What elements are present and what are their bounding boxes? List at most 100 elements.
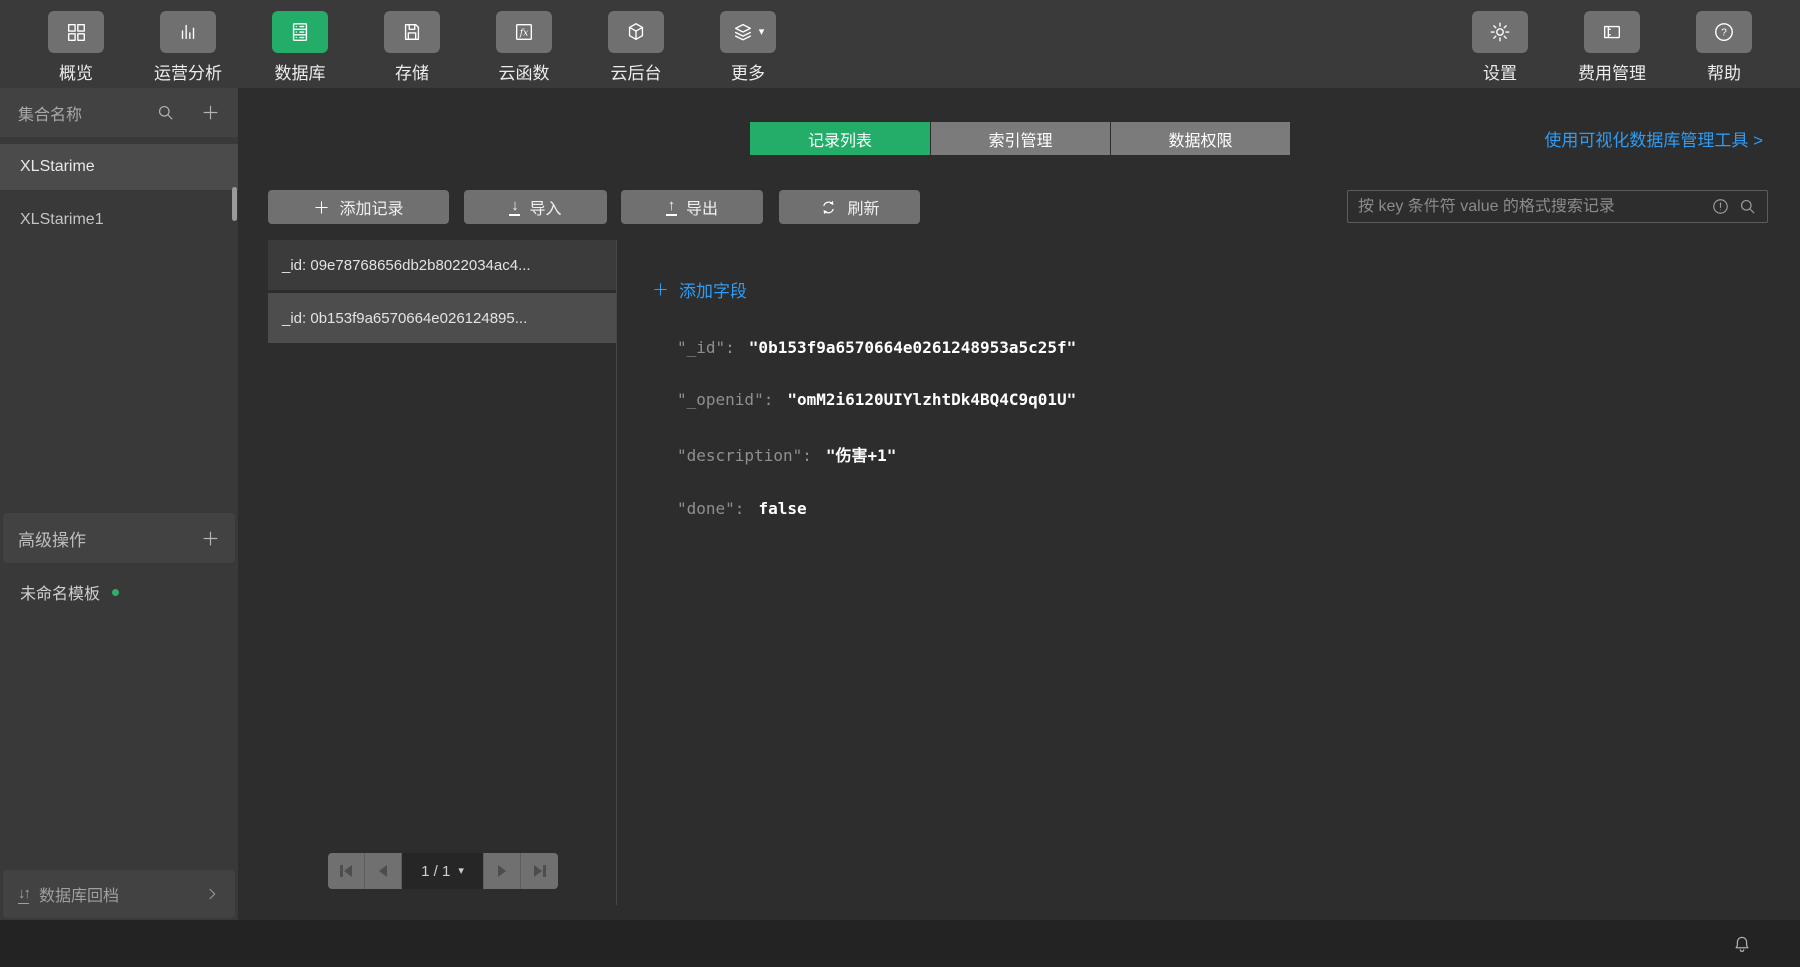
- refresh-button[interactable]: 刷新: [779, 190, 920, 224]
- status-dot: [112, 588, 120, 596]
- record-row-2[interactable]: _id: 0b153f9a6570664e026124895...: [268, 293, 616, 343]
- nav-billing[interactable]: 费用管理: [1556, 0, 1668, 88]
- collection-name: XLStarime: [20, 158, 95, 175]
- header-nav-left: 概览 运营分析 数据库 存储 fx 云函数 云后台 ▾ 更多: [0, 0, 804, 88]
- advanced-operations-header: 高级操作: [3, 513, 235, 563]
- nav-help[interactable]: ? 帮助: [1668, 0, 1780, 88]
- nav-settings[interactable]: 设置: [1444, 0, 1556, 88]
- nav-storage-label: 存储: [395, 64, 429, 83]
- database-icon: [272, 11, 328, 53]
- field-key: "description":: [677, 446, 812, 465]
- field-value: "伤害+1": [825, 446, 897, 465]
- tab-data-permissions[interactable]: 数据权限: [1110, 122, 1290, 155]
- grid-icon: [48, 11, 104, 53]
- field-key: "_id":: [677, 338, 735, 357]
- record-row-1[interactable]: _id: 09e78768656db2b8022034ac4...: [268, 240, 616, 290]
- sidebar-item-template[interactable]: 未命名模板: [0, 580, 238, 604]
- advanced-operations-label: 高级操作: [18, 530, 86, 550]
- svg-text:fx: fx: [519, 28, 529, 39]
- tab-record-list[interactable]: 记录列表: [750, 122, 930, 155]
- fx-icon: fx: [496, 11, 552, 53]
- visual-db-tool-link[interactable]: 使用可视化数据库管理工具 >: [1544, 126, 1763, 151]
- nav-billing-label: 费用管理: [1578, 64, 1646, 83]
- info-icon[interactable]: [1711, 197, 1730, 216]
- export-icon: ↑: [665, 196, 677, 216]
- first-page-button[interactable]: [328, 853, 365, 889]
- bottom-bar: [0, 920, 1800, 967]
- chevron-right-icon: [204, 886, 220, 902]
- caret-down-icon: ▾: [758, 25, 765, 38]
- field-key: "done":: [677, 499, 745, 518]
- field-row-id: "_id": "0b153f9a6570664e0261248953a5c25f…: [677, 338, 1076, 357]
- field-key: "_openid":: [677, 390, 774, 409]
- pagination: 1 / 1 ▾: [328, 853, 558, 889]
- cube-icon: [608, 11, 664, 53]
- sidebar: 集合名称 XLStarime XLStarime1 高级操作 未命名模板 ↓↑ …: [0, 88, 238, 920]
- nav-overview[interactable]: 概览: [20, 0, 132, 88]
- field-row-openid: "_openid": "omM2i6120UIYlzhtDk4BQ4C9q01U…: [677, 390, 1076, 409]
- record-search-input[interactable]: [1358, 197, 1703, 216]
- bar-chart-icon: [160, 11, 216, 53]
- field-value: false: [758, 499, 807, 518]
- nav-overview-label: 概览: [59, 64, 93, 83]
- field-value: "0b153f9a6570664e0261248953a5c25f": [748, 338, 1077, 357]
- nav-settings-label: 设置: [1483, 64, 1517, 83]
- collection-name: XLStarime1: [20, 211, 104, 228]
- cloud-console: 概览 运营分析 数据库 存储 fx 云函数 云后台 ▾ 更多 设置 费用管理 ?…: [0, 0, 1800, 967]
- nav-cloud-backend-label: 云后台: [610, 64, 662, 83]
- main-content: 记录列表 索引管理 数据权限 使用可视化数据库管理工具 > 添加记录 ↓ 导入 …: [238, 88, 1800, 920]
- last-page-button[interactable]: [521, 853, 558, 889]
- export-button[interactable]: ↑ 导出: [621, 190, 763, 224]
- record-search-box: [1347, 190, 1768, 223]
- record-list: _id: 09e78768656db2b8022034ac4... _id: 0…: [268, 240, 617, 905]
- nav-more[interactable]: ▾ 更多: [692, 0, 804, 88]
- sidebar-item-collection-xlstarime1[interactable]: XLStarime1: [0, 197, 238, 243]
- svg-text:?: ?: [1721, 28, 1727, 39]
- database-rollback-button[interactable]: ↓↑ 数据库回档: [3, 870, 235, 918]
- field-row-description: "description": "伤害+1": [677, 442, 1076, 466]
- import-icon: ↓: [509, 196, 521, 216]
- rollback-arrows-icon: ↓↑: [18, 884, 31, 904]
- sidebar-scrollbar-thumb[interactable]: [232, 187, 237, 221]
- top-header: 概览 运营分析 数据库 存储 fx 云函数 云后台 ▾ 更多 设置 费用管理 ?…: [0, 0, 1800, 88]
- page-label: 1 / 1: [421, 862, 451, 880]
- nav-cloud-backend[interactable]: 云后台: [580, 0, 692, 88]
- page-selector[interactable]: 1 / 1 ▾: [402, 853, 484, 889]
- field-value: "omM2i6120UIYlzhtDk4BQ4C9q01U": [787, 390, 1077, 409]
- template-name: 未命名模板: [20, 586, 101, 603]
- nav-analytics[interactable]: 运营分析: [132, 0, 244, 88]
- collections-header-label: 集合名称: [18, 106, 83, 124]
- nav-database-label: 数据库: [274, 64, 326, 83]
- plus-icon: [654, 283, 667, 296]
- save-icon: [384, 11, 440, 53]
- rollback-label: 数据库回档: [39, 888, 120, 905]
- nav-database[interactable]: 数据库: [244, 0, 356, 88]
- next-page-button[interactable]: [484, 853, 521, 889]
- tab-index-management[interactable]: 索引管理: [930, 122, 1110, 155]
- bell-icon[interactable]: [1732, 934, 1752, 954]
- nav-cloud-functions[interactable]: fx 云函数: [468, 0, 580, 88]
- field-row-done: "done": false: [677, 499, 1076, 518]
- add-template-icon[interactable]: [201, 529, 220, 548]
- search-icon[interactable]: [1738, 197, 1757, 216]
- nav-cloud-functions-label: 云函数: [498, 64, 550, 83]
- tab-bar: 记录列表 索引管理 数据权限: [750, 122, 1290, 155]
- nav-help-label: 帮助: [1707, 64, 1741, 83]
- collections-header: 集合名称: [0, 88, 238, 137]
- nav-more-label: 更多: [731, 64, 765, 83]
- import-button[interactable]: ↓ 导入: [464, 190, 607, 224]
- add-field-button[interactable]: 添加字段: [652, 277, 747, 302]
- search-icon[interactable]: [156, 103, 175, 122]
- header-nav-right: 设置 费用管理 ? 帮助: [1444, 0, 1800, 88]
- billing-icon: [1584, 11, 1640, 53]
- caret-down-icon: ▾: [458, 864, 464, 877]
- nav-storage[interactable]: 存储: [356, 0, 468, 88]
- sidebar-item-collection-xlstarime[interactable]: XLStarime: [0, 144, 238, 190]
- nav-analytics-label: 运营分析: [154, 64, 222, 83]
- plus-icon: [315, 200, 329, 214]
- add-collection-icon[interactable]: [201, 103, 220, 122]
- help-icon: ?: [1696, 11, 1752, 53]
- record-detail: "_id": "0b153f9a6570664e0261248953a5c25f…: [677, 338, 1076, 518]
- prev-page-button[interactable]: [365, 853, 402, 889]
- add-record-button[interactable]: 添加记录: [268, 190, 449, 224]
